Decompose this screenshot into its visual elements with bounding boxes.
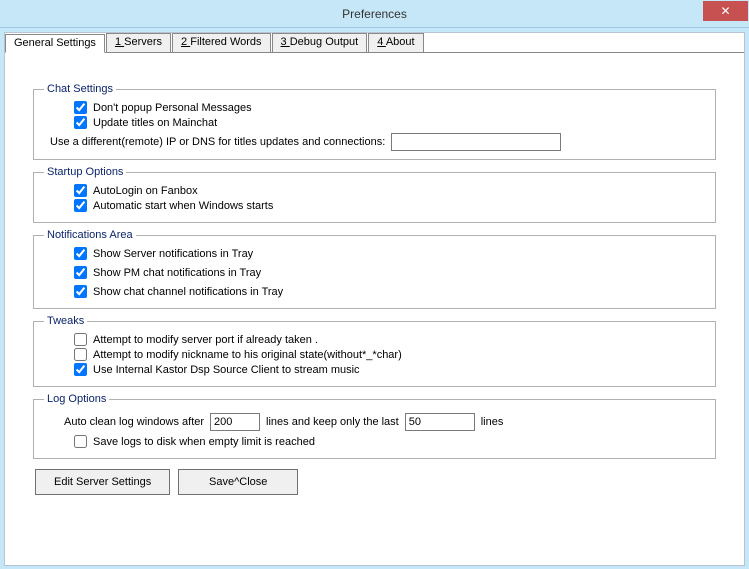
window-title: Preferences bbox=[342, 7, 407, 21]
content-area: General Settings 1 Servers 2 Filtered Wo… bbox=[4, 32, 745, 566]
save-logs-checkbox[interactable] bbox=[74, 435, 87, 448]
tweaks-group: Tweaks Attempt to modify server port if … bbox=[33, 315, 716, 387]
close-button[interactable]: ✕ bbox=[703, 1, 748, 21]
tab-debug-output[interactable]: 3 Debug Output bbox=[272, 33, 368, 52]
pm-notif-checkbox[interactable] bbox=[74, 266, 87, 279]
modify-port-label: Attempt to modify server port if already… bbox=[93, 334, 318, 346]
update-titles-checkbox[interactable] bbox=[74, 116, 87, 129]
dont-popup-pm-checkbox[interactable] bbox=[74, 101, 87, 114]
autostart-label: Automatic start when Windows starts bbox=[93, 200, 273, 212]
channel-notif-checkbox[interactable] bbox=[74, 285, 87, 298]
startup-options-legend: Startup Options bbox=[44, 166, 126, 178]
channel-notif-label: Show chat channel notifications in Tray bbox=[93, 286, 283, 298]
log-options-legend: Log Options bbox=[44, 393, 109, 405]
pm-notif-label: Show PM chat notifications in Tray bbox=[93, 267, 261, 279]
startup-options-group: Startup Options AutoLogin on Fanbox Auto… bbox=[33, 166, 716, 223]
tab-general-settings[interactable]: General Settings bbox=[5, 34, 105, 53]
notifications-group: Notifications Area Show Server notificat… bbox=[33, 229, 716, 309]
autologin-label: AutoLogin on Fanbox bbox=[93, 185, 198, 197]
notifications-legend: Notifications Area bbox=[44, 229, 136, 241]
tweaks-legend: Tweaks bbox=[44, 315, 87, 327]
autoclean-post-label: lines bbox=[481, 416, 504, 428]
chat-settings-group: Chat Settings Don't popup Personal Messa… bbox=[33, 83, 716, 160]
tab-strip: General Settings 1 Servers 2 Filtered Wo… bbox=[5, 33, 744, 53]
log-options-group: Log Options Auto clean log windows after… bbox=[33, 393, 716, 459]
edit-server-settings-button[interactable]: Edit Server Settings bbox=[35, 469, 170, 495]
modify-port-checkbox[interactable] bbox=[74, 333, 87, 346]
server-notif-checkbox[interactable] bbox=[74, 247, 87, 260]
general-settings-panel: Chat Settings Don't popup Personal Messa… bbox=[5, 53, 744, 505]
save-close-button[interactable]: Save^Close bbox=[178, 469, 298, 495]
close-icon: ✕ bbox=[720, 4, 730, 18]
tab-about[interactable]: 4 About bbox=[368, 33, 423, 52]
autoclean-mid-label: lines and keep only the last bbox=[266, 416, 399, 428]
autostart-checkbox[interactable] bbox=[74, 199, 87, 212]
server-notif-label: Show Server notifications in Tray bbox=[93, 248, 253, 260]
modify-nickname-checkbox[interactable] bbox=[74, 348, 87, 361]
autoclean-lines-input[interactable] bbox=[210, 413, 260, 431]
dont-popup-pm-label: Don't popup Personal Messages bbox=[93, 102, 252, 114]
modify-nickname-label: Attempt to modify nickname to his origin… bbox=[93, 349, 402, 361]
titlebar: Preferences ✕ bbox=[0, 0, 749, 28]
tab-servers[interactable]: 1 Servers bbox=[106, 33, 171, 52]
chat-settings-legend: Chat Settings bbox=[44, 83, 116, 95]
remote-ip-input[interactable] bbox=[391, 133, 561, 151]
autologin-checkbox[interactable] bbox=[74, 184, 87, 197]
save-logs-label: Save logs to disk when empty limit is re… bbox=[93, 436, 315, 448]
remote-ip-label: Use a different(remote) IP or DNS for ti… bbox=[50, 136, 385, 148]
keep-last-lines-input[interactable] bbox=[405, 413, 475, 431]
tab-filtered-words[interactable]: 2 Filtered Words bbox=[172, 33, 271, 52]
button-row: Edit Server Settings Save^Close bbox=[33, 469, 716, 495]
autoclean-pre-label: Auto clean log windows after bbox=[64, 416, 204, 428]
update-titles-label: Update titles on Mainchat bbox=[93, 117, 217, 129]
internal-dsp-checkbox[interactable] bbox=[74, 363, 87, 376]
internal-dsp-label: Use Internal Kastor Dsp Source Client to… bbox=[93, 364, 360, 376]
